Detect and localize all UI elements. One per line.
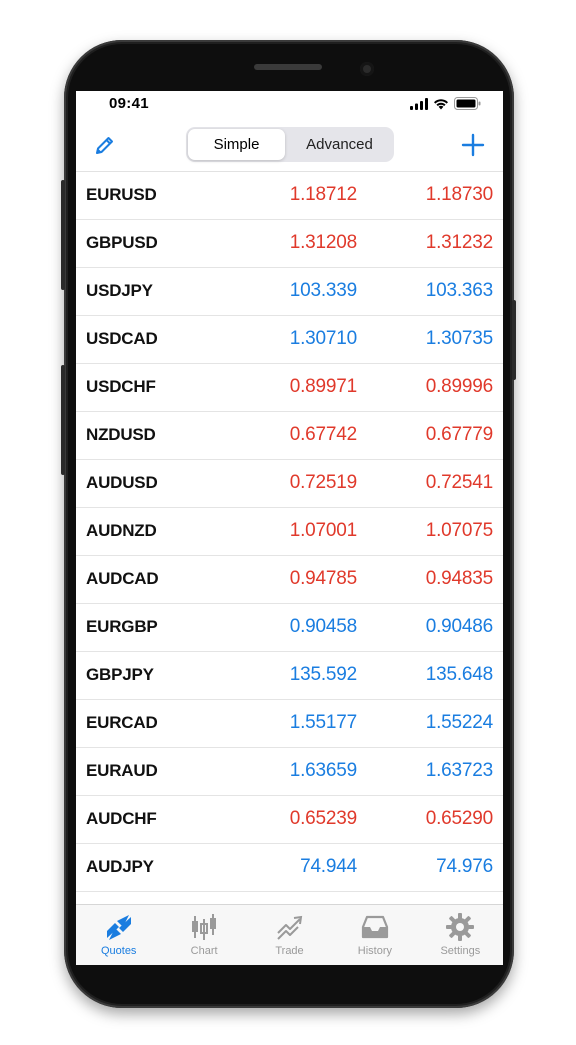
quote-bid: 0.67742 bbox=[289, 424, 357, 445]
quote-ask: 0.72541 bbox=[425, 472, 493, 493]
quote-ask: 0.94835 bbox=[425, 568, 493, 589]
quote-symbol: USDCHF bbox=[86, 377, 156, 396]
quote-row[interactable]: AUDUSD 0.72519 0.72541 bbox=[76, 460, 503, 508]
cellular-signal-icon bbox=[410, 97, 428, 110]
quote-row[interactable]: EURGBP 0.90458 0.90486 bbox=[76, 604, 503, 652]
add-symbol-button[interactable] bbox=[459, 131, 487, 159]
quote-symbol: AUDUSD bbox=[86, 473, 158, 492]
quote-ask: 1.30735 bbox=[425, 328, 493, 349]
quote-row[interactable]: GBPUSD 1.31208 1.31232 bbox=[76, 220, 503, 268]
tab-label-quotes: Quotes bbox=[100, 945, 137, 957]
quote-symbol: EURGBP bbox=[86, 617, 158, 636]
pencil-icon bbox=[96, 137, 113, 154]
volume-button-down bbox=[61, 365, 65, 475]
quote-symbol: GBPUSD bbox=[86, 233, 158, 252]
status-time: 09:41 bbox=[109, 95, 149, 112]
quotes-list: EURUSD 1.18712 1.18730 GBPUSD 1.31208 1.31232… bbox=[76, 172, 503, 940]
quote-row[interactable]: AUDNZD 1.07001 1.07075 bbox=[76, 508, 503, 556]
battery-icon bbox=[454, 97, 481, 110]
quote-row[interactable]: USDCHF 0.89971 0.89996 bbox=[76, 364, 503, 412]
quote-symbol: EURUSD bbox=[86, 185, 157, 204]
tab-settings[interactable]: Settings bbox=[418, 905, 503, 965]
quote-row[interactable]: NZDUSD 0.67742 0.67779 bbox=[76, 412, 503, 460]
quote-symbol: EURCAD bbox=[86, 713, 158, 732]
quote-ask: 1.63723 bbox=[425, 760, 493, 781]
wifi-icon bbox=[434, 98, 448, 109]
quote-ask: 0.90486 bbox=[425, 616, 493, 637]
tab-quotes[interactable]: Quotes bbox=[76, 905, 161, 965]
tab-trade[interactable]: Trade bbox=[247, 905, 332, 965]
quote-ask: 74.976 bbox=[436, 856, 493, 877]
tab-label-history: History bbox=[357, 945, 393, 957]
gear-icon bbox=[446, 913, 475, 941]
quote-row[interactable]: EURCAD 1.55177 1.55224 bbox=[76, 700, 503, 748]
tab-label-chart: Chart bbox=[190, 945, 218, 957]
quote-symbol: AUDNZD bbox=[86, 521, 157, 540]
edit-button[interactable] bbox=[93, 133, 117, 157]
plus-icon bbox=[461, 133, 485, 157]
quote-ask: 135.648 bbox=[425, 664, 493, 685]
quote-bid: 0.65239 bbox=[289, 808, 357, 829]
quote-row[interactable]: GBPJPY 135.592 135.648 bbox=[76, 652, 503, 700]
quote-row[interactable]: USDCAD 1.30710 1.30735 bbox=[76, 316, 503, 364]
quote-bid: 103.339 bbox=[289, 280, 357, 301]
quote-ask: 1.07075 bbox=[425, 520, 493, 541]
quote-bid: 0.72519 bbox=[289, 472, 357, 493]
quotes-toolbar: Simple Advanced bbox=[76, 119, 503, 172]
candlestick-chart-icon bbox=[192, 914, 217, 940]
tab-history[interactable]: History bbox=[332, 905, 417, 965]
quote-ask: 0.89996 bbox=[425, 376, 493, 397]
quote-row[interactable]: AUDCHF 0.65239 0.65290 bbox=[76, 796, 503, 844]
quote-row[interactable]: EURAUD 1.63659 1.63723 bbox=[76, 748, 503, 796]
quote-ask: 0.67779 bbox=[425, 424, 493, 445]
quote-symbol: AUDCAD bbox=[86, 569, 159, 588]
quote-row[interactable]: AUDJPY 74.944 74.976 bbox=[76, 844, 503, 892]
quote-symbol: AUDJPY bbox=[86, 857, 154, 876]
quote-symbol: AUDCHF bbox=[86, 809, 157, 828]
quote-bid: 0.90458 bbox=[289, 616, 357, 637]
quote-ask: 1.18730 bbox=[425, 184, 493, 205]
quote-bid: 1.07001 bbox=[289, 520, 357, 541]
quote-symbol: USDCAD bbox=[86, 329, 158, 348]
app-screen: 09:41 Simple Advanced EURUSD 1.18712 1.1… bbox=[76, 91, 503, 965]
quote-symbol: EURAUD bbox=[86, 761, 158, 780]
quote-bid: 135.592 bbox=[289, 664, 357, 685]
inbox-tray-icon bbox=[361, 915, 389, 939]
quote-row[interactable]: AUDCAD 0.94785 0.94835 bbox=[76, 556, 503, 604]
trade-trend-icon bbox=[276, 915, 302, 940]
tab-label-trade: Trade bbox=[275, 945, 304, 957]
quotes-icon bbox=[106, 915, 131, 940]
tab-chart[interactable]: Chart bbox=[161, 905, 246, 965]
front-camera bbox=[360, 62, 374, 76]
segment-simple[interactable]: Simple bbox=[188, 129, 285, 160]
quote-bid: 74.944 bbox=[300, 856, 357, 877]
status-icons bbox=[410, 97, 481, 110]
view-mode-segmented-control: Simple Advanced bbox=[186, 127, 394, 162]
tab-bar: Quotes Chart Trade History Settings bbox=[76, 904, 503, 965]
quote-ask: 1.55224 bbox=[425, 712, 493, 733]
quote-ask: 103.363 bbox=[425, 280, 493, 301]
quote-bid: 1.31208 bbox=[289, 232, 357, 253]
quote-symbol: NZDUSD bbox=[86, 425, 156, 444]
volume-button-up bbox=[61, 180, 65, 290]
quote-bid: 0.94785 bbox=[289, 568, 357, 589]
quote-row[interactable]: EURUSD 1.18712 1.18730 bbox=[76, 172, 503, 220]
quote-symbol: GBPJPY bbox=[86, 665, 154, 684]
earpiece-speaker bbox=[254, 64, 322, 70]
quote-row[interactable]: USDJPY 103.339 103.363 bbox=[76, 268, 503, 316]
status-bar: 09:41 bbox=[76, 91, 503, 119]
quote-bid: 1.63659 bbox=[289, 760, 357, 781]
quote-ask: 0.65290 bbox=[425, 808, 493, 829]
segment-advanced[interactable]: Advanced bbox=[287, 129, 392, 160]
quote-bid: 1.30710 bbox=[289, 328, 357, 349]
power-button bbox=[512, 300, 516, 380]
quote-bid: 0.89971 bbox=[289, 376, 357, 397]
quote-ask: 1.31232 bbox=[425, 232, 493, 253]
quote-bid: 1.18712 bbox=[289, 184, 357, 205]
tab-label-settings: Settings bbox=[440, 945, 481, 957]
quote-symbol: USDJPY bbox=[86, 281, 153, 300]
quote-bid: 1.55177 bbox=[289, 712, 357, 733]
